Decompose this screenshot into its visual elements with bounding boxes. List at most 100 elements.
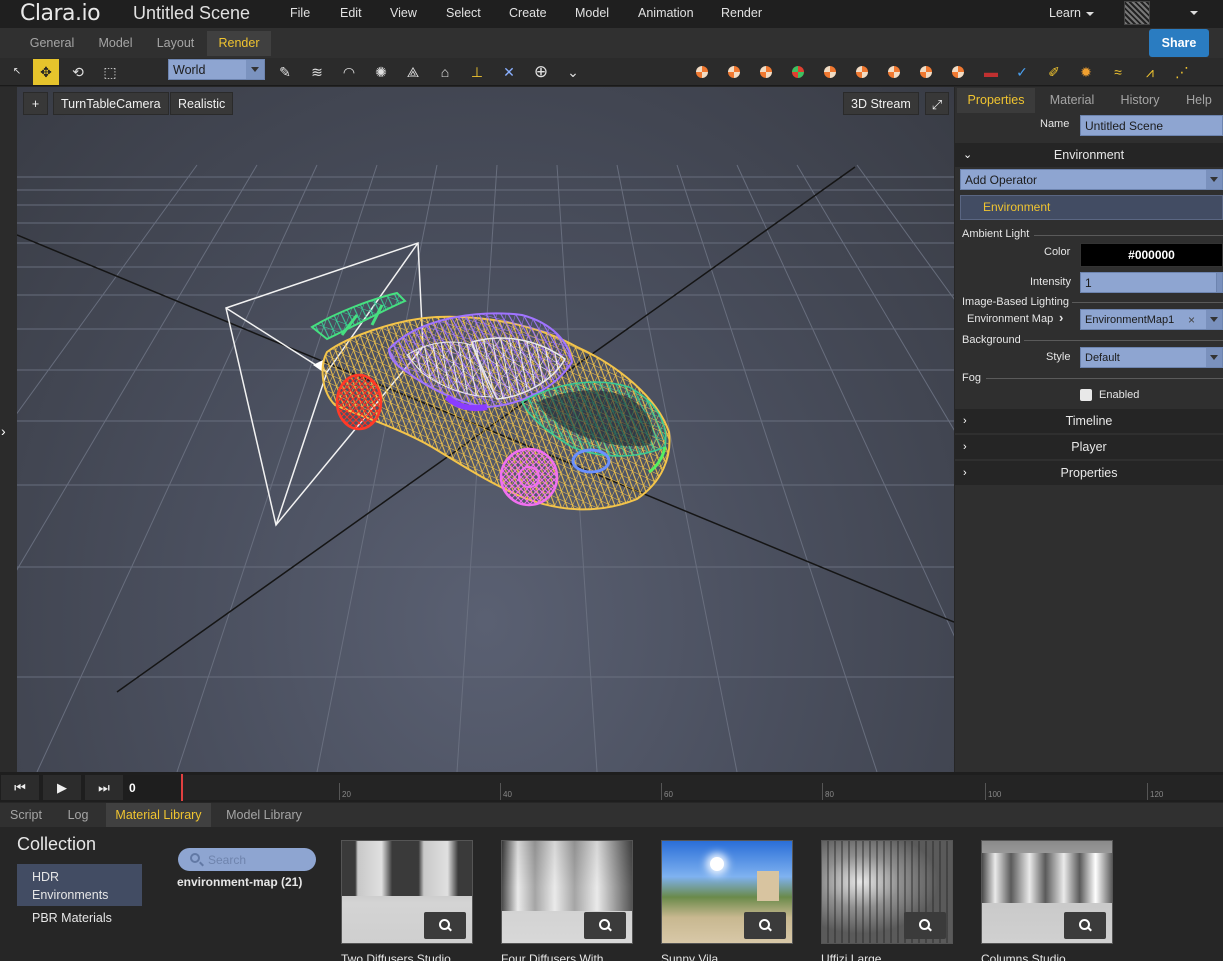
tab-model[interactable]: Model [88, 31, 143, 56]
add-operator-select[interactable]: Add Operator [960, 169, 1223, 190]
3d-viewport[interactable] [17, 87, 954, 772]
sculpt-tool-icon[interactable]: ◠ [336, 59, 362, 85]
env-thumb-uffizi[interactable] [821, 840, 953, 944]
share-button[interactable]: Share [1149, 29, 1209, 57]
avatar[interactable] [1124, 1, 1150, 25]
tab-properties[interactable]: Properties [957, 88, 1035, 113]
user-menu-chevron-down-icon[interactable] [1190, 11, 1198, 15]
add-view-button[interactable]: + [23, 92, 48, 115]
clara-logo[interactable]: Clara.io [20, 0, 101, 28]
result-count: environment-map (21) [177, 875, 303, 889]
zoom-search-icon[interactable] [584, 912, 626, 939]
shading-mode-button[interactable]: Realistic [170, 92, 234, 115]
material-ball-icon[interactable] [952, 66, 964, 78]
transform-gizmo-icon[interactable]: ⊥ [464, 59, 490, 85]
section-player[interactable]: › Player [955, 435, 1223, 459]
clear-x-icon[interactable]: × [1188, 310, 1195, 331]
tab-material[interactable]: Material [1039, 88, 1105, 113]
camera-select-button[interactable]: TurnTableCamera [53, 92, 169, 115]
tab-render[interactable]: Render [207, 31, 271, 56]
material-ball-icon[interactable] [920, 66, 932, 78]
env-thumb-sunny-vila[interactable] [661, 840, 793, 944]
tab-model-library[interactable]: Model Library [217, 803, 311, 827]
material-ball-icon[interactable] [728, 66, 740, 78]
chevron-down-icon [1085, 11, 1094, 16]
tab-material-library[interactable]: Material Library [106, 803, 211, 827]
section-properties[interactable]: › Properties [955, 461, 1223, 485]
grass-icon[interactable]: ⩘ [1137, 59, 1163, 85]
operator-environment[interactable]: Environment [960, 195, 1223, 220]
tab-help[interactable]: Help [1175, 88, 1223, 113]
menu-select[interactable]: Select [446, 0, 481, 26]
fog-enabled-checkbox[interactable] [1080, 389, 1092, 401]
menu-model[interactable]: Model [575, 0, 609, 26]
chevron-right-icon[interactable]: › [1059, 310, 1063, 325]
3d-stream-button[interactable]: 3D Stream [843, 92, 919, 115]
menu-view[interactable]: View [390, 0, 417, 26]
tab-general[interactable]: General [21, 31, 83, 56]
add-circle-icon[interactable]: ⊕ [528, 59, 554, 85]
collection-pbr-materials[interactable]: PBR Materials [32, 911, 112, 925]
fur-icon[interactable]: ≈ [1105, 59, 1131, 85]
material-ball-icon[interactable] [696, 66, 708, 78]
playhead[interactable] [181, 774, 183, 801]
material-ball-icon[interactable] [888, 66, 900, 78]
section-timeline-label: Timeline [1065, 414, 1113, 428]
env-thumb-columns-studio[interactable] [981, 840, 1113, 944]
tab-script[interactable]: Script [2, 803, 50, 827]
wand-icon[interactable]: ✐ [1041, 59, 1067, 85]
tab-layout[interactable]: Layout [148, 31, 203, 56]
scale-tool-icon[interactable]: ⬚ [97, 59, 123, 85]
section-environment[interactable]: ⌄ Environment [955, 143, 1223, 167]
select-arrow-icon[interactable]: ↖ [4, 59, 30, 85]
zoom-search-icon[interactable] [424, 912, 466, 939]
material-ball-icon[interactable] [856, 66, 868, 78]
menu-animation[interactable]: Animation [638, 0, 694, 26]
skip-forward-icon[interactable]: ⏭ [85, 775, 123, 800]
skeleton-tool-icon[interactable]: ✕ [496, 59, 522, 85]
sparkle-icon[interactable]: ✹ [1073, 59, 1099, 85]
play-icon[interactable]: ▶ [43, 775, 81, 800]
name-field[interactable]: Untitled Scene [1080, 115, 1223, 136]
name-label: Name [1040, 118, 1070, 130]
learn-menu[interactable]: Learn [1049, 0, 1094, 26]
paint-tool-icon[interactable]: ✎ [272, 59, 298, 85]
red-marker-icon[interactable]: ▬ [978, 59, 1004, 85]
car-model[interactable] [310, 291, 671, 511]
expand-panel-chevron-right-icon[interactable]: › [1, 423, 6, 439]
section-timeline[interactable]: › Timeline [955, 409, 1223, 433]
ambient-color-swatch[interactable]: #000000 [1080, 243, 1223, 267]
env-thumb-two-diffusers[interactable] [341, 840, 473, 944]
tab-history[interactable]: History [1110, 88, 1170, 113]
environment-map-select[interactable]: EnvironmentMap1 × [1080, 309, 1223, 330]
menu-create[interactable]: Create [509, 0, 547, 26]
hair-tool-icon[interactable]: ≋ [304, 59, 330, 85]
zoom-search-icon[interactable] [904, 912, 946, 939]
coordinate-space-select[interactable]: World [168, 59, 265, 80]
check-circle-icon[interactable]: ✓ [1009, 59, 1035, 85]
zoom-search-icon[interactable] [1064, 912, 1106, 939]
material-ball-icon[interactable] [760, 66, 772, 78]
scene-title[interactable]: Untitled Scene [133, 0, 250, 28]
menu-file[interactable]: File [290, 0, 310, 26]
material-ball-icon[interactable] [824, 66, 836, 78]
brush-tool-icon[interactable]: ⟁ [400, 59, 426, 85]
fullscreen-icon[interactable]: ⤢ [925, 92, 949, 115]
rotate-tool-icon[interactable]: ⟲ [65, 59, 91, 85]
light-tool-icon[interactable]: ✺ [368, 59, 394, 85]
camera-tool-icon[interactable]: ⌂ [432, 59, 458, 85]
particle-icon[interactable]: ⋰ [1169, 59, 1195, 85]
measure-tool-icon[interactable]: ⌄ [560, 59, 586, 85]
intensity-field[interactable]: 1 [1080, 272, 1217, 293]
tab-log[interactable]: Log [55, 803, 101, 827]
intensity-stepper[interactable] [1216, 272, 1223, 293]
env-thumb-four-diffusers[interactable] [501, 840, 633, 944]
zoom-search-icon[interactable] [744, 912, 786, 939]
menu-render[interactable]: Render [721, 0, 762, 26]
material-ball-icon[interactable] [792, 66, 804, 78]
skip-back-icon[interactable]: ⏮ [1, 775, 39, 800]
tick-label: 100 [988, 790, 1002, 799]
menu-edit[interactable]: Edit [340, 0, 362, 26]
move-tool-icon[interactable]: ✥ [33, 59, 59, 85]
style-select[interactable]: Default [1080, 347, 1223, 368]
